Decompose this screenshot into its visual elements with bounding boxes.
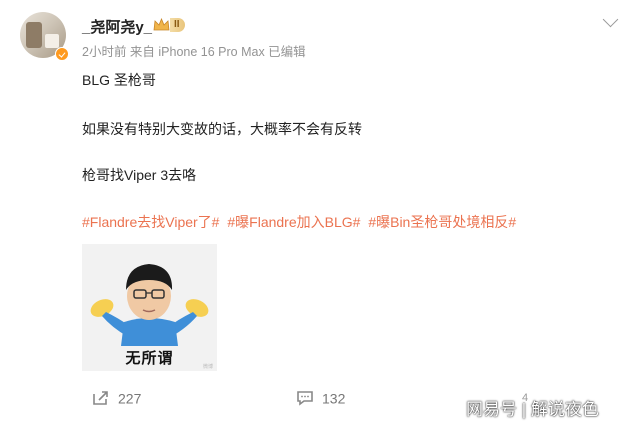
more-chevron-icon[interactable]: [602, 11, 619, 28]
post-line-2: 如果没有特别大变故的话，大概率不会有反转: [82, 121, 362, 137]
post-line-1: BLG 圣枪哥: [82, 72, 156, 88]
weibo-post: _尧阿尧y_ II 2小时前 来自 iPhone 16 Pro Max 已编辑 …: [0, 0, 631, 425]
repost-icon: [93, 391, 108, 406]
comment-icon: [297, 391, 313, 406]
username[interactable]: _尧阿尧y_: [82, 16, 152, 37]
hashtag-link[interactable]: #曝Flandre加入BLG#: [227, 214, 360, 230]
watermark-overlay: 网易号 | 解说夜色: [466, 400, 599, 419]
post-line-3: 枪哥找Viper 3去咯: [82, 167, 197, 183]
post-meta: 2小时前 来自 iPhone 16 Pro Max 已编辑: [82, 45, 306, 59]
hashtag-row: #Flandre去找Viper了# #曝Flandre加入BLG# #曝Bin圣…: [82, 212, 520, 232]
hashtag-link[interactable]: #Flandre去找Viper了#: [82, 214, 219, 230]
comment-button[interactable]: 132: [296, 389, 345, 406]
verified-icon: [55, 47, 69, 61]
repost-button[interactable]: 227: [92, 389, 141, 406]
crown-icon: [153, 18, 170, 31]
repost-count: 227: [118, 390, 142, 407]
meme-caption: 无所谓: [125, 350, 174, 367]
comment-count: 132: [322, 390, 346, 407]
meme-watermark: 微博: [202, 364, 213, 370]
hashtag-link[interactable]: #曝Bin圣枪哥处境相反#: [368, 214, 516, 230]
level-badge: II: [170, 18, 185, 32]
meme-image[interactable]: 无所谓 微博: [82, 244, 217, 371]
